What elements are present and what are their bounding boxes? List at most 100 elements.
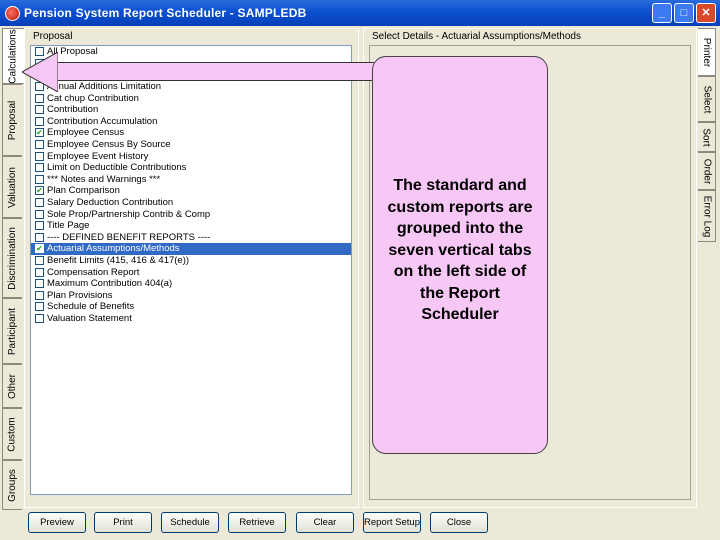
list-item-label: Annual Additions Limitation (47, 81, 162, 93)
list-item[interactable]: Contribution Accumulation (31, 116, 351, 128)
list-item-label: *** Notes and Warnings *** (47, 173, 161, 185)
clear-button[interactable]: Clear (296, 512, 354, 533)
tab-custom[interactable]: Custom (2, 408, 22, 460)
list-item[interactable]: Schedule of Benefits (31, 301, 351, 313)
callout-arrow-shaft (56, 62, 374, 81)
list-item-label: Employee Census By Source (47, 139, 171, 151)
list-item-label: Sole Prop/Partnership Contrib & Comp (47, 208, 211, 220)
tab-valuation[interactable]: Valuation (2, 156, 22, 218)
list-item[interactable]: Maximum Contribution 404(a) (31, 278, 351, 290)
checkbox[interactable] (35, 116, 44, 126)
list-item-label: Valuation Statement (47, 312, 132, 324)
list-item[interactable]: Benefit Limits (415, 416 & 417(e)) (31, 255, 351, 267)
checkbox[interactable] (35, 279, 44, 289)
list-item[interactable]: ✔ Actuarial Assumptions/Methods (31, 243, 351, 255)
tab-label: Custom (7, 416, 19, 452)
maximize-button[interactable]: □ (674, 3, 694, 23)
tab-label: Discrimination (7, 226, 19, 290)
list-item[interactable]: Limit on Deductible Contributions (31, 162, 351, 174)
checkbox[interactable]: ✔ (35, 128, 44, 138)
app-icon (5, 5, 20, 21)
checkbox[interactable] (35, 232, 44, 242)
tab-label: Order (701, 158, 712, 184)
list-item-label: Title Page (47, 220, 90, 232)
checkbox[interactable] (35, 221, 44, 231)
list-item[interactable]: Valuation Statement (31, 313, 351, 325)
tab-proposal[interactable]: Proposal (2, 84, 22, 156)
report-setup-button[interactable]: Report Setup (363, 512, 421, 533)
list-item[interactable]: Annual Additions Limitation (31, 81, 351, 93)
right-vertical-tabs: Printer Select Sort Order Error Log (698, 28, 718, 508)
checkbox[interactable] (35, 105, 44, 115)
list-item-label: Limit on Deductible Contributions (47, 162, 187, 174)
tab-label: Error Log (701, 195, 712, 237)
list-item-label: Contribution (47, 104, 99, 116)
schedule-button[interactable]: Schedule (161, 512, 219, 533)
list-item[interactable]: Employee Event History (31, 150, 351, 162)
checkbox[interactable] (35, 290, 44, 300)
list-item[interactable]: Plan Provisions (31, 289, 351, 301)
tab-select[interactable]: Select (698, 76, 716, 122)
list-item-label: Plan Comparison (47, 185, 120, 197)
window-title: Pension System Report Scheduler - SAMPLE… (24, 6, 307, 20)
preview-button[interactable]: Preview (28, 512, 86, 533)
callout-arrow-head (22, 52, 58, 92)
title-bar: Pension System Report Scheduler - SAMPLE… (0, 0, 720, 26)
tab-calculations[interactable]: Calculations (2, 28, 24, 84)
window-controls: _ □ ✕ (652, 3, 716, 23)
checkbox[interactable] (35, 267, 44, 277)
list-item[interactable]: *** Notes and Warnings *** (31, 174, 351, 186)
list-item[interactable]: Contribution (31, 104, 351, 116)
list-item-label: Compensation Report (47, 266, 140, 278)
tab-error-log[interactable]: Error Log (698, 190, 716, 242)
retrieve-button[interactable]: Retrieve (228, 512, 286, 533)
checkbox[interactable] (35, 174, 44, 184)
checkbox[interactable] (35, 255, 44, 265)
tab-label: Valuation (7, 166, 18, 208)
panel-label: Proposal (33, 31, 73, 42)
tab-printer[interactable]: Printer (698, 28, 716, 76)
checkbox[interactable] (35, 163, 44, 173)
tab-other[interactable]: Other (2, 364, 22, 408)
list-item[interactable]: ✔ Employee Census (31, 127, 351, 139)
select-details-label: Select Details - Actuarial Assumptions/M… (372, 31, 581, 42)
report-list[interactable]: All Proposal Annual Additions Limitation C… (30, 45, 352, 495)
checkbox[interactable] (35, 198, 44, 208)
checkbox[interactable]: ✔ (35, 186, 44, 196)
checkbox[interactable] (35, 313, 44, 323)
list-item[interactable]: All Proposal (31, 46, 351, 58)
tab-discrimination[interactable]: Discrimination (2, 218, 22, 298)
tab-order[interactable]: Order (698, 152, 716, 190)
callout-box: The standard and custom reports are grou… (372, 56, 548, 454)
checkbox[interactable]: ✔ (35, 244, 44, 254)
list-item-label: Cat chup Contribution (47, 92, 139, 104)
tab-label: Printer (701, 37, 713, 67)
checkbox[interactable] (35, 302, 44, 312)
list-item[interactable]: Sole Prop/Partnership Contrib & Comp (31, 208, 351, 220)
tab-label: Calculations (8, 28, 20, 84)
tab-sort[interactable]: Sort (698, 122, 716, 152)
list-item[interactable]: Compensation Report (31, 266, 351, 278)
list-item[interactable]: Salary Deduction Contribution (31, 197, 351, 209)
checkbox[interactable] (35, 151, 44, 161)
checkbox[interactable] (35, 93, 44, 103)
tab-label: Sort (701, 127, 712, 147)
tab-label: Proposal (7, 100, 18, 140)
minimize-button[interactable]: _ (652, 3, 672, 23)
close-button[interactable]: ✕ (696, 3, 716, 23)
list-item-label: Contribution Accumulation (47, 115, 158, 127)
list-item[interactable]: Employee Census By Source (31, 139, 351, 151)
tab-groups[interactable]: Groups (2, 460, 22, 510)
list-item[interactable]: ---- DEFINED BENEFIT REPORTS ---- (31, 232, 351, 244)
list-item[interactable]: Title Page (31, 220, 351, 232)
checkbox[interactable] (35, 209, 44, 219)
list-item[interactable]: Cat chup Contribution (31, 92, 351, 104)
checkbox[interactable] (35, 140, 44, 150)
main-frame: Calculations Proposal Valuation Discrimi… (0, 26, 720, 540)
list-item[interactable]: ✔ Plan Comparison (31, 185, 351, 197)
close-dialog-button[interactable]: Close (430, 512, 488, 533)
list-item-label: Actuarial Assumptions/Methods (47, 243, 180, 255)
print-button[interactable]: Print (94, 512, 152, 533)
tab-label: Other (7, 373, 19, 399)
tab-participant[interactable]: Participant (2, 298, 22, 364)
